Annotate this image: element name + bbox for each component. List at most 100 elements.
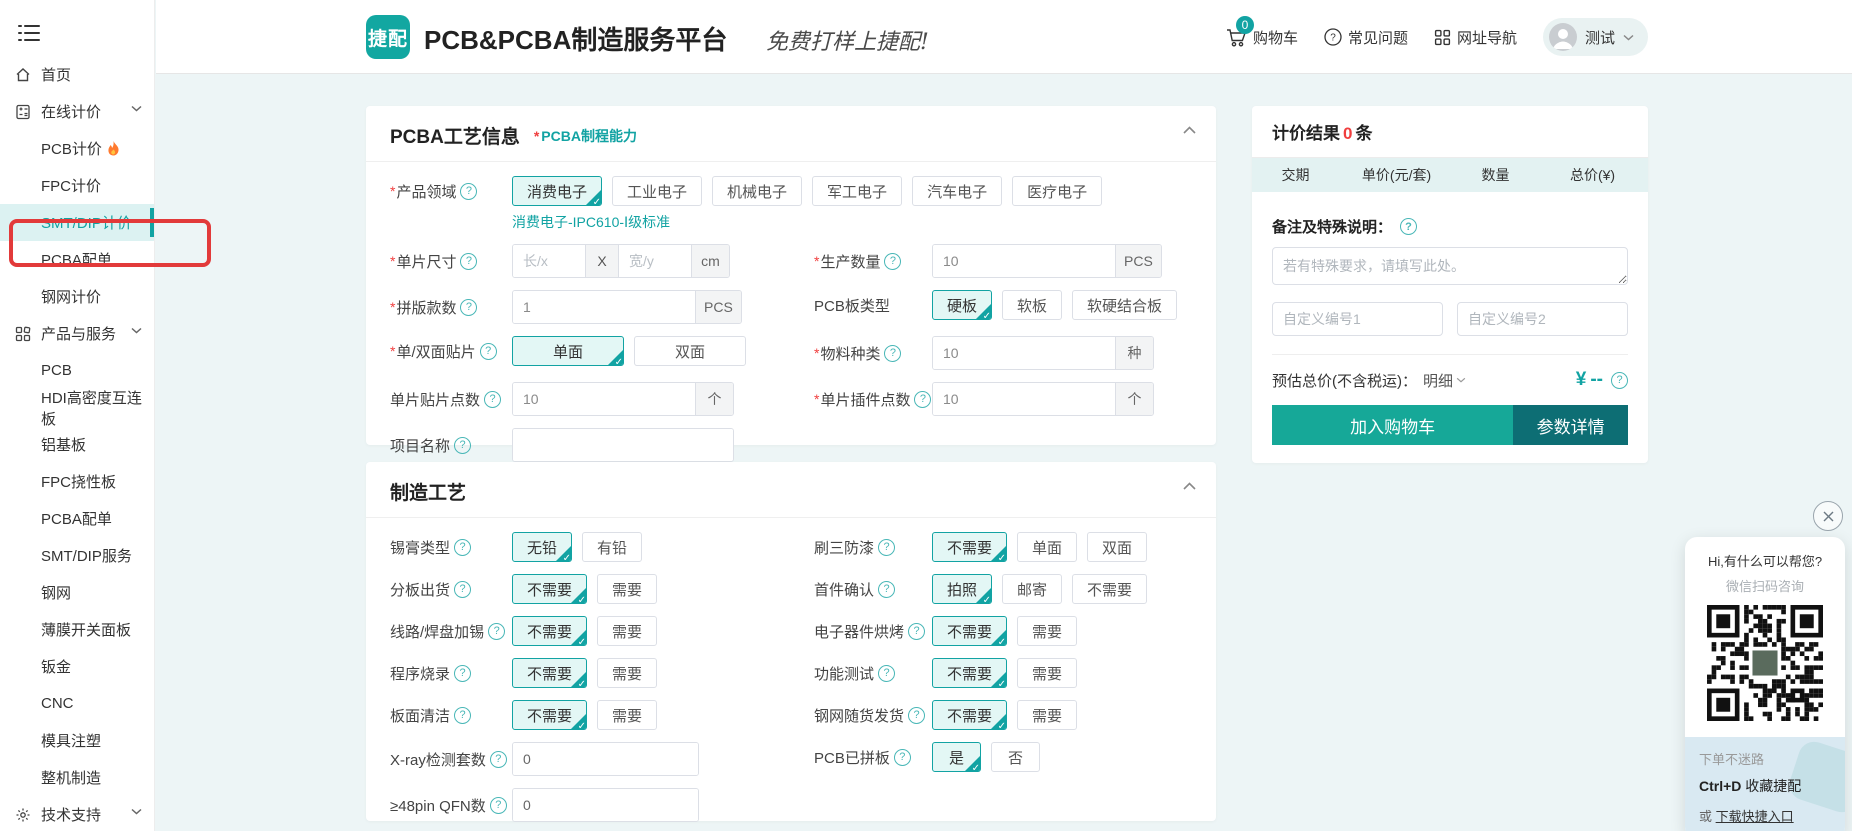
component-baking-option[interactable]: 不需要✓ — [932, 616, 1007, 646]
sidebar-item-tech-support[interactable]: 技术支持 — [0, 796, 154, 831]
cart-link[interactable]: 0 购物车 — [1226, 27, 1298, 48]
sidebar-item-aluminum-board[interactable]: 铝基板 — [0, 426, 154, 463]
help-icon[interactable]: ? — [454, 707, 471, 724]
conformal-coating-option[interactable]: 单面 — [1017, 532, 1077, 562]
help-icon[interactable]: ? — [484, 391, 501, 408]
sidebar-item-stencil-pricing[interactable]: 钢网计价 — [0, 278, 154, 315]
sidebar-item-pcba-bom-2[interactable]: PCBA配单 — [0, 500, 154, 537]
custom-number-1-input[interactable] — [1272, 302, 1443, 336]
board-length-input[interactable] — [513, 245, 585, 277]
function-test-option[interactable]: 不需要✓ — [932, 658, 1007, 688]
smt-sides-option[interactable]: 双面 — [634, 336, 746, 366]
solder-paste-option[interactable]: 无铅✓ — [512, 532, 572, 562]
project-name-input[interactable] — [513, 429, 733, 461]
sidebar-item-products-services[interactable]: 产品与服务 — [0, 315, 154, 352]
dip-points-input[interactable] — [933, 383, 1115, 415]
help-icon[interactable]: ? — [460, 299, 477, 316]
help-icon[interactable]: ? — [1611, 372, 1628, 389]
sidebar-item-pcb[interactable]: PCB — [0, 352, 154, 389]
help-icon[interactable]: ? — [454, 539, 471, 556]
help-icon[interactable]: ? — [480, 343, 497, 360]
product-area-option[interactable]: 军工电子 — [812, 176, 902, 206]
add-to-cart-button[interactable]: 加入购物车 — [1272, 405, 1513, 445]
board-cleaning-option[interactable]: 需要 — [597, 700, 657, 730]
collapse-section-icon[interactable] — [1183, 482, 1196, 490]
help-icon[interactable]: ? — [490, 797, 507, 814]
pcb-type-option[interactable]: 硬板✓ — [932, 290, 992, 320]
function-test-option[interactable]: 需要 — [1017, 658, 1077, 688]
detail-toggle[interactable]: 明细 — [1423, 370, 1466, 391]
program-burning-option[interactable]: 需要 — [597, 658, 657, 688]
help-icon[interactable]: ? — [460, 183, 477, 200]
help-icon[interactable]: ? — [894, 749, 911, 766]
conformal-coating-option[interactable]: 双面 — [1087, 532, 1147, 562]
help-icon[interactable]: ? — [1400, 218, 1417, 235]
component-baking-option[interactable]: 需要 — [1017, 616, 1077, 646]
product-area-option[interactable]: 消费电子✓ — [512, 176, 602, 206]
panel-count-input[interactable] — [513, 291, 695, 323]
help-icon[interactable]: ? — [878, 665, 895, 682]
board-cleaning-option[interactable]: 不需要✓ — [512, 700, 587, 730]
site-nav-link[interactable]: 网址导航 — [1434, 27, 1517, 48]
sidebar-item-smt-dip-pricing[interactable]: SMT/DIP计价 — [0, 204, 154, 241]
sidebar-item-cnc[interactable]: CNC — [0, 685, 154, 722]
sidebar-item-membrane-switch[interactable]: 薄膜开关面板 — [0, 611, 154, 648]
pcb-type-option[interactable]: 软硬结合板 — [1072, 290, 1177, 320]
user-menu[interactable]: 测试 — [1543, 18, 1648, 56]
product-area-option[interactable]: 医疗电子 — [1012, 176, 1102, 206]
depanel-shipping-option[interactable]: 不需要✓ — [512, 574, 587, 604]
help-icon[interactable]: ? — [460, 253, 477, 270]
brand-logo[interactable]: 捷配 — [366, 15, 410, 59]
first-article-option[interactable]: 邮寄 — [1002, 574, 1062, 604]
depanel-shipping-option[interactable]: 需要 — [597, 574, 657, 604]
help-icon[interactable]: ? — [884, 345, 901, 362]
sidebar-item-pcb-pricing[interactable]: PCB计价 — [0, 130, 154, 167]
conformal-coating-option[interactable]: 不需要✓ — [932, 532, 1007, 562]
material-kinds-input[interactable] — [933, 337, 1115, 369]
help-icon[interactable]: ? — [878, 539, 895, 556]
collapse-section-icon[interactable] — [1183, 126, 1196, 134]
xray-count-input[interactable] — [513, 743, 698, 775]
help-icon[interactable]: ? — [454, 581, 471, 598]
pcb-type-option[interactable]: 软板 — [1002, 290, 1062, 320]
sidebar-item-home[interactable]: 首页 — [0, 56, 154, 93]
sidebar-item-sheet-metal[interactable]: 钣金 — [0, 648, 154, 685]
sidebar-item-stencil[interactable]: 钢网 — [0, 574, 154, 611]
qty-input[interactable] — [933, 245, 1115, 277]
help-icon[interactable]: ? — [488, 623, 505, 640]
sidebar-item-hdi[interactable]: HDI高密度互连板 — [0, 389, 154, 426]
sidebar-item-fpc-pricing[interactable]: FPC计价 — [0, 167, 154, 204]
pcba-capability-link[interactable]: *PCBA制程能力 — [534, 126, 637, 146]
pcb-panelized-option[interactable]: 是✓ — [932, 742, 981, 772]
solder-paste-option[interactable]: 有铅 — [582, 532, 642, 562]
sidebar-item-fpc-flex[interactable]: FPC挠性板 — [0, 463, 154, 500]
smt-sides-option[interactable]: 单面✓ — [512, 336, 624, 366]
first-article-option[interactable]: 不需要 — [1072, 574, 1147, 604]
product-area-option[interactable]: 机械电子 — [712, 176, 802, 206]
qfn-count-input[interactable] — [513, 789, 698, 821]
param-detail-button[interactable]: 参数详情 — [1513, 405, 1628, 445]
pcb-panelized-option[interactable]: 否 — [991, 742, 1040, 772]
sidebar-item-smt-dip-service[interactable]: SMT/DIP服务 — [0, 537, 154, 574]
help-icon[interactable]: ? — [878, 581, 895, 598]
help-icon[interactable]: ? — [908, 707, 925, 724]
help-icon[interactable]: ? — [914, 391, 931, 408]
download-shortcut-link[interactable]: 下载快捷入口 — [1716, 809, 1794, 824]
board-width-input[interactable] — [619, 245, 691, 277]
remark-textarea[interactable] — [1272, 247, 1628, 285]
product-area-option[interactable]: 工业电子 — [612, 176, 702, 206]
help-icon[interactable]: ? — [490, 751, 507, 768]
sidebar-item-complete-machine[interactable]: 整机制造 — [0, 759, 154, 796]
stencil-shipping-option[interactable]: 需要 — [1017, 700, 1077, 730]
custom-number-2-input[interactable] — [1457, 302, 1628, 336]
product-area-option[interactable]: 汽车电子 — [912, 176, 1002, 206]
pad-tinning-option[interactable]: 需要 — [597, 616, 657, 646]
stencil-shipping-option[interactable]: 不需要✓ — [932, 700, 1007, 730]
program-burning-option[interactable]: 不需要✓ — [512, 658, 587, 688]
help-icon[interactable]: ? — [908, 623, 925, 640]
help-icon[interactable]: ? — [454, 437, 471, 454]
sidebar-item-pcba-bom[interactable]: PCBA配单 — [0, 241, 154, 278]
help-icon[interactable]: ? — [884, 253, 901, 270]
first-article-option[interactable]: 拍照✓ — [932, 574, 992, 604]
smd-points-input[interactable] — [513, 383, 695, 415]
